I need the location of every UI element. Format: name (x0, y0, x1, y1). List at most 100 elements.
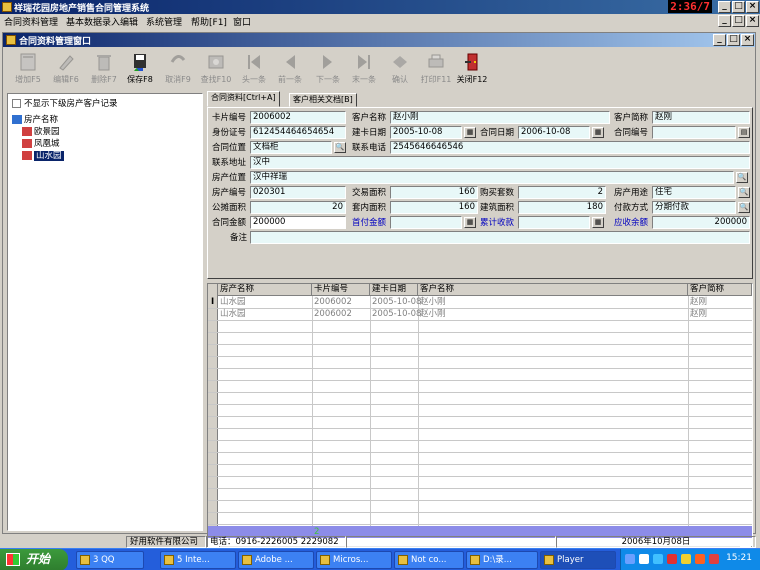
col-header-house-name[interactable]: 房产名称 (218, 284, 312, 296)
lookup-icon[interactable]: 🔍 (736, 172, 748, 183)
minimize-icon[interactable]: _ (718, 1, 731, 13)
cell-customer-name[interactable]: 赵小刚 (418, 297, 446, 308)
tree-item-fenghuangcheng[interactable]: 凤凰城 (12, 138, 64, 150)
antivirus-icon[interactable] (667, 554, 677, 564)
child-close-icon[interactable]: × (746, 15, 759, 27)
close-window-button[interactable]: 关闭F12 (453, 49, 491, 89)
house-loc-field[interactable]: 汉中祥瑞 (250, 171, 734, 184)
grid-hline (208, 452, 752, 453)
child-x-icon[interactable]: × (741, 34, 754, 46)
lookup-icon[interactable]: 🔍 (738, 202, 750, 213)
add-button[interactable]: 增加F5 (9, 49, 47, 89)
volume-icon[interactable] (639, 554, 649, 564)
lookup-icon[interactable]: 🔍 (738, 187, 750, 198)
down-payment-field[interactable] (390, 216, 462, 229)
lookup-icon[interactable]: 🔍 (334, 142, 346, 153)
task-internet[interactable]: 5 Inte... (160, 551, 236, 569)
task-qq[interactable]: 3 QQ (76, 551, 144, 569)
menu-system[interactable]: 系统管理 (146, 15, 182, 28)
checkbox-icon[interactable] (12, 99, 21, 108)
task-player[interactable]: Player (540, 551, 616, 569)
tab-contract-info[interactable]: 合同资料[Ctrl+A] (207, 91, 280, 107)
first-record-button[interactable]: 头一条 (235, 49, 273, 89)
calendar-icon[interactable]: ▦ (592, 127, 604, 138)
save-button[interactable]: 保存F8 (121, 49, 159, 89)
start-button[interactable]: 开始 (0, 549, 68, 570)
building-area-field[interactable]: 180 (518, 201, 606, 214)
find-button[interactable]: 查找F10 (197, 49, 235, 89)
last-record-button[interactable]: 末一条 (345, 49, 383, 89)
remark-field[interactable] (250, 231, 750, 244)
alert-icon[interactable] (709, 554, 719, 564)
cell-house-name[interactable]: 山水园 (218, 297, 246, 308)
close-icon[interactable]: × (746, 1, 759, 13)
tab-customer-docs[interactable]: 客户相关文档[B] (289, 93, 357, 107)
pay-method-field[interactable]: 分期付款 (652, 201, 736, 214)
total-received-field[interactable] (518, 216, 590, 229)
task-microsoft[interactable]: Micros... (316, 551, 392, 569)
phone-field[interactable]: 2545646646546 (390, 141, 750, 154)
child-min-icon[interactable]: _ (713, 34, 726, 46)
contract-no-field[interactable] (652, 126, 736, 139)
col-header-card-date[interactable]: 建卡日期 (370, 284, 418, 296)
child-max-icon[interactable]: □ (727, 34, 740, 46)
shared-area-field[interactable]: 20 (250, 201, 346, 214)
menu-contract[interactable]: 合同资料管理 (4, 15, 58, 28)
col-header-card-no[interactable]: 卡片编号 (312, 284, 370, 296)
cell-customer-short[interactable]: 赵刚 (688, 309, 707, 320)
security-icon[interactable] (695, 554, 705, 564)
cell-house-name[interactable]: 山水园 (218, 309, 246, 320)
taskbar: 开始 3 QQ 5 Inte... Adobe ... Micros... No… (0, 548, 760, 570)
edit-button[interactable]: 编辑F6 (47, 49, 85, 89)
cell-card-date[interactable]: 2005-10-08 (370, 309, 421, 320)
menu-basic-data[interactable]: 基本数据录入编辑 (66, 15, 138, 28)
confirm-button[interactable]: 确认 (381, 49, 419, 89)
maximize-icon[interactable]: □ (732, 1, 745, 13)
cancel-button[interactable]: 取消F9 (159, 49, 197, 89)
child-restore-icon[interactable]: □ (732, 15, 745, 27)
cell-card-no[interactable]: 2006002 (312, 309, 352, 320)
purchase-sets-field[interactable]: 2 (518, 186, 606, 199)
child-minimize-icon[interactable]: _ (718, 15, 731, 27)
balance-field[interactable]: 200000 (652, 216, 750, 229)
card-no-field[interactable]: 2006002 (250, 111, 346, 124)
prev-record-button[interactable]: 前一条 (271, 49, 309, 89)
task-adobe[interactable]: Adobe ... (238, 551, 314, 569)
card-date-field[interactable]: 2005-10-08 (390, 126, 462, 139)
task-explorer[interactable]: D:\录... (466, 551, 538, 569)
tree-item-oujingyuan[interactable]: 欧景园 (12, 126, 64, 138)
amount-field[interactable]: 200000 (250, 216, 346, 229)
contract-loc-field[interactable]: 文档柜 (250, 141, 332, 154)
house-no-field[interactable]: 020301 (250, 186, 346, 199)
address-field[interactable]: 汉中 (250, 156, 750, 169)
cell-customer-name[interactable]: 赵小刚 (418, 309, 446, 320)
print-button[interactable]: 打印F11 (417, 49, 455, 89)
contract-date-field[interactable]: 2006-10-08 (518, 126, 590, 139)
network-icon[interactable] (625, 554, 635, 564)
calculator-icon[interactable]: ▦ (464, 217, 476, 228)
hide-sub-records-checkbox[interactable]: 不显示下级房产客户记录 (12, 97, 118, 109)
inner-area-field[interactable]: 160 (390, 201, 478, 214)
folder-open-icon[interactable]: ▤ (738, 127, 750, 138)
menu-window[interactable]: 窗口 (233, 15, 251, 28)
tree-item-shanshuiyuan[interactable]: 山水园 (12, 150, 64, 162)
col-header-customer-short[interactable]: 客户简称 (688, 284, 752, 296)
calendar-icon[interactable]: ▦ (464, 127, 476, 138)
col-header-customer-name[interactable]: 客户名称 (418, 284, 688, 296)
qq-tray-icon[interactable] (681, 554, 691, 564)
trade-area-field[interactable]: 160 (390, 186, 478, 199)
cell-card-date[interactable]: 2005-10-08 (370, 297, 421, 308)
cell-customer-short[interactable]: 赵刚 (688, 297, 707, 308)
id-field[interactable]: 612454464654654 (250, 126, 346, 139)
usage-field[interactable]: 住宅 (652, 186, 736, 199)
cell-card-no[interactable]: 2006002 (312, 297, 352, 308)
menu-help[interactable]: 帮助[F1] (191, 15, 227, 28)
messenger-icon[interactable] (653, 554, 663, 564)
task-notepad[interactable]: Not co... (394, 551, 464, 569)
customer-short-field[interactable]: 赵刚 (652, 111, 750, 124)
next-record-button[interactable]: 下一条 (309, 49, 347, 89)
customer-name-field[interactable]: 赵小刚 (390, 111, 610, 124)
tree-root[interactable]: 房产名称 (12, 114, 64, 126)
calculator-icon[interactable]: ▦ (592, 217, 604, 228)
delete-button[interactable]: 删除F7 (85, 49, 123, 89)
